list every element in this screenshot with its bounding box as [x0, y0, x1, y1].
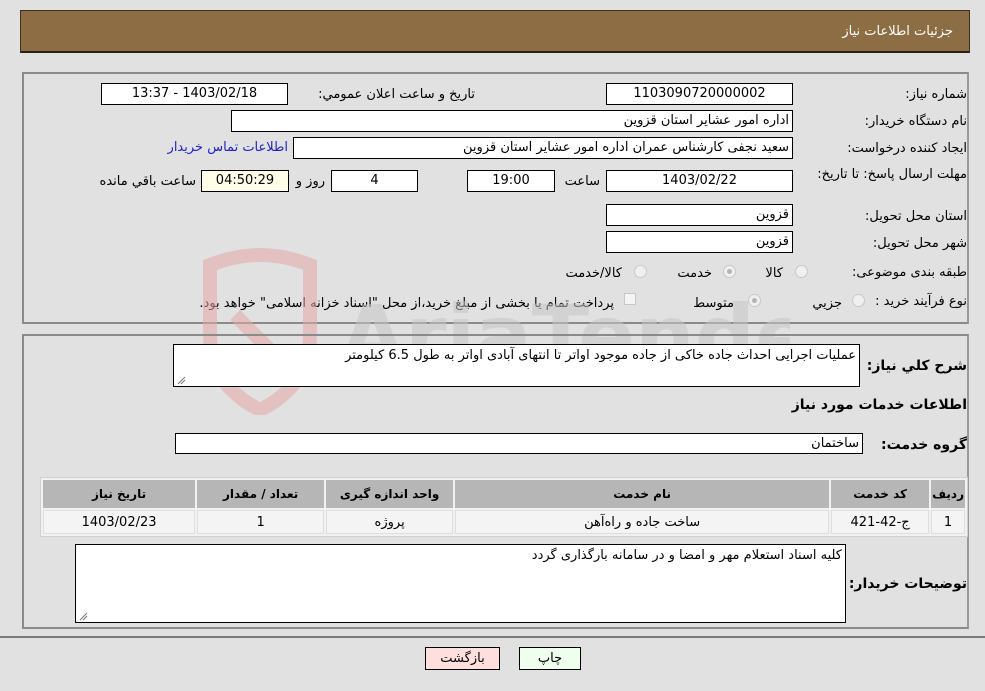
description-text: عملیات اجرایی احداث جاده خاکی از جاده مو… — [345, 348, 856, 363]
city-field[interactable]: قزوین — [606, 231, 793, 253]
category-goods-radio[interactable] — [795, 265, 808, 278]
cell-quantity: 1 — [197, 510, 325, 534]
category-goods-label: کالا — [765, 266, 783, 281]
col-service-code: کد خدمت — [831, 480, 930, 508]
cell-row-number: 1 — [931, 510, 965, 534]
announce-datetime-label: تاریخ و ساعت اعلان عمومي: — [318, 87, 475, 102]
service-group-field[interactable]: ساختمان — [175, 433, 863, 454]
remaining-time-label: ساعت باقي مانده — [99, 174, 196, 189]
category-goods-service-label: کالا/خدمت — [565, 266, 622, 281]
table-header-row: رديف کد خدمت نام خدمت واحد اندازه گيری ت… — [43, 480, 965, 508]
purchase-medium-label: متوسط — [693, 296, 734, 311]
category-service-label: خدمت — [677, 266, 712, 281]
col-need-date: تاريخ نياز — [43, 480, 196, 508]
services-table: رديف کد خدمت نام خدمت واحد اندازه گيری ت… — [40, 477, 968, 537]
resize-grip-icon[interactable] — [176, 375, 186, 385]
treasury-checkbox-label: پرداخت تمام يا بخشی از مبلغ خريد،از محل … — [199, 296, 614, 311]
service-group-label: گروه خدمت: — [881, 437, 967, 453]
deadline-label: مهلت ارسال پاسخ: تا تاريخ: — [817, 167, 967, 182]
page-title: جزئیات اطلاعات نیاز — [842, 24, 953, 39]
category-service-radio[interactable] — [723, 265, 736, 278]
back-button[interactable]: بازگشت — [425, 647, 500, 670]
purchase-minor-label: جزيي — [812, 296, 842, 311]
col-quantity: تعداد / مقدار — [197, 480, 325, 508]
treasury-checkbox[interactable] — [624, 293, 636, 305]
province-field[interactable]: قزوین — [606, 204, 793, 226]
days-label: روز و — [295, 174, 325, 189]
cell-need-date: 1403/02/23 — [43, 510, 196, 534]
col-row-number: رديف — [931, 480, 965, 508]
purchase-type-label: نوع فرآيند خريد : — [875, 294, 967, 309]
creator-label: ايجاد کننده درخواست: — [847, 141, 967, 156]
buyer-org-label: نام دستگاه خريدار: — [864, 114, 967, 129]
remaining-days-field[interactable]: 4 — [331, 170, 418, 192]
table-row: 1 ج-42-421 ساخت جاده و راه‌آهن پروژه 1 1… — [43, 510, 965, 534]
page-header: جزئیات اطلاعات نیاز — [20, 10, 970, 53]
buyer-org-field[interactable]: اداره امور عشایر استان قزوین — [231, 110, 793, 132]
creator-field[interactable]: سعید نجفی کارشناس عمران اداره امور عشایر… — [293, 137, 793, 159]
print-button[interactable]: چاپ — [519, 647, 581, 670]
category-label: طبقه بندی موضوعی: — [851, 265, 967, 280]
footer-divider — [0, 636, 985, 638]
buyer-notes-textarea[interactable]: کلیه اسناد استعلام مهر و امضا و در سامان… — [75, 544, 846, 623]
buyer-notes-label: توضيحات خريدار: — [848, 576, 967, 592]
need-number-field[interactable]: 1103090720000002 — [606, 83, 793, 105]
remaining-time-field[interactable]: 04:50:29 — [201, 170, 289, 192]
need-number-label: شماره نیاز: — [905, 87, 967, 102]
col-unit: واحد اندازه گيری — [326, 480, 454, 508]
deadline-time-label: ساعت — [564, 174, 600, 189]
description-textarea[interactable]: عملیات اجرایی احداث جاده خاکی از جاده مو… — [173, 344, 860, 387]
resize-grip-icon[interactable] — [78, 611, 88, 621]
services-title: اطلاعات خدمات مورد نياز — [791, 397, 967, 413]
buyer-contact-link[interactable]: اطلاعات تماس خريدار — [168, 140, 288, 155]
deadline-date-field[interactable]: 1403/02/22 — [606, 170, 793, 192]
cell-unit: پروژه — [326, 510, 454, 534]
buyer-notes-text: کلیه اسناد استعلام مهر و امضا و در سامان… — [531, 548, 842, 563]
cell-service-name: ساخت جاده و راه‌آهن — [455, 510, 830, 534]
announce-datetime-field[interactable]: 1403/02/18 - 13:37 — [101, 83, 288, 105]
col-service-name: نام خدمت — [455, 480, 830, 508]
cell-service-code: ج-42-421 — [831, 510, 930, 534]
description-label: شرح کلي نياز: — [866, 358, 967, 374]
purchase-minor-radio[interactable] — [852, 294, 865, 307]
deadline-time-field[interactable]: 19:00 — [467, 170, 555, 192]
province-label: استان محل تحويل: — [865, 209, 967, 224]
purchase-medium-radio[interactable] — [748, 294, 761, 307]
city-label: شهر محل تحويل: — [872, 236, 967, 251]
category-goods-service-radio[interactable] — [634, 265, 647, 278]
